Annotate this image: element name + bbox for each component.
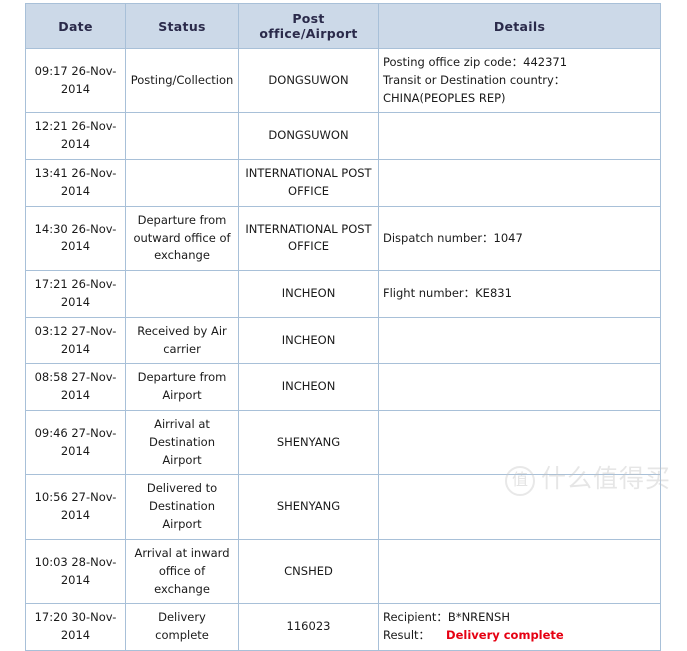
detail-line: Dispatch number：1047	[383, 230, 523, 245]
table-row: 10:56 27-Nov-2014 Delivered to Destinatio…	[25, 474, 661, 540]
table-row: 03:12 27-Nov-2014 Received by Air carrier…	[25, 316, 661, 365]
cell-date: 10:03 28-Nov-2014	[25, 538, 126, 605]
result-line: Result： Delivery complete	[383, 627, 656, 645]
detail-line: Flight number：KE831	[383, 286, 512, 301]
tracking-table: Date Status Post office/Airport Details …	[25, 3, 661, 651]
cell-status: Arrival at inward office of exchange	[125, 538, 239, 605]
cell-status: Delivered to Destination Airport	[125, 474, 239, 540]
table-row: 10:03 28-Nov-2014 Arrival at inward offic…	[25, 538, 661, 605]
result-status-badge: Delivery complete	[446, 628, 564, 643]
cell-details	[378, 316, 661, 365]
table-header: Date Status Post office/Airport Details	[25, 3, 661, 49]
cell-status: Departure from outward office of exchang…	[125, 205, 239, 272]
cell-details	[378, 409, 661, 476]
cell-date: 09:46 27-Nov-2014	[25, 409, 126, 476]
cell-details	[378, 112, 661, 161]
table-row: 08:58 27-Nov-2014 Departure from Airport I…	[25, 363, 661, 411]
table-row: 14:30 26-Nov-2014 Departure from outward …	[25, 205, 661, 272]
cell-office: INTERNATIONAL POST OFFICE	[238, 205, 379, 272]
tracking-table-container: Date Status Post office/Airport Details …	[25, 3, 661, 651]
cell-status	[125, 112, 239, 161]
cell-details	[378, 474, 661, 540]
column-header-details: Details	[378, 3, 661, 49]
cell-date: 17:20 30-Nov-2014	[25, 603, 126, 651]
detail-line: Transit or Destination country：	[383, 72, 566, 87]
table-header-row: Date Status Post office/Airport Details	[25, 3, 661, 49]
cell-office: DONGSUWON	[238, 47, 379, 114]
cell-details: Flight number：KE831	[378, 270, 661, 318]
cell-date: 03:12 27-Nov-2014	[25, 316, 126, 365]
table-row: 09:17 26-Nov-2014 Posting/Collection DONGS…	[25, 47, 661, 114]
cell-office: INTERNATIONAL POST OFFICE	[238, 159, 379, 207]
table-row: 17:20 30-Nov-2014 Delivery complete 116023…	[25, 603, 661, 651]
result-label: Result：	[383, 628, 431, 643]
cell-office: SHENYANG	[238, 474, 379, 540]
cell-details: Posting office zip code：442371 Transit or…	[378, 47, 661, 114]
cell-office: INCHEON	[238, 270, 379, 318]
column-header-date: Date	[25, 3, 126, 49]
cell-details	[378, 363, 661, 411]
table-row: 13:41 26-Nov-2014 INTERNATIONAL POST OFFI…	[25, 159, 661, 207]
cell-status: Received by Air carrier	[125, 316, 239, 365]
cell-office: SHENYANG	[238, 409, 379, 476]
cell-office: CNSHED	[238, 538, 379, 605]
table-row: 12:21 26-Nov-2014 DONGSUWON	[25, 112, 661, 161]
cell-office: INCHEON	[238, 363, 379, 411]
cell-details	[378, 538, 661, 605]
table-row: 09:46 27-Nov-2014 Airrival at Destination…	[25, 409, 661, 476]
cell-status: Delivery complete	[125, 603, 239, 651]
cell-status: Airrival at Destination Airport	[125, 409, 239, 476]
cell-date: 09:17 26-Nov-2014	[25, 47, 126, 114]
cell-details: Dispatch number：1047	[378, 205, 661, 272]
cell-office: DONGSUWON	[238, 112, 379, 161]
cell-details: Recipient：B*NRENSH Result： Delivery comple…	[378, 603, 661, 651]
detail-line: CHINA(PEOPLES REP)	[383, 90, 506, 105]
cell-date: 14:30 26-Nov-2014	[25, 205, 126, 272]
column-header-office: Post office/Airport	[238, 3, 379, 49]
cell-status	[125, 270, 239, 318]
column-header-status: Status	[125, 3, 239, 49]
detail-line: Recipient：B*NRENSH	[383, 610, 510, 625]
table-body: 09:17 26-Nov-2014 Posting/Collection DONGS…	[25, 47, 661, 651]
cell-status: Posting/Collection	[125, 47, 239, 114]
cell-details	[378, 159, 661, 207]
cell-date: 08:58 27-Nov-2014	[25, 363, 126, 411]
cell-office: 116023	[238, 603, 379, 651]
table-row: 17:21 26-Nov-2014 INCHEON Flight number：KE…	[25, 270, 661, 318]
cell-status: Departure from Airport	[125, 363, 239, 411]
cell-date: 10:56 27-Nov-2014	[25, 474, 126, 540]
cell-status	[125, 159, 239, 207]
cell-date: 17:21 26-Nov-2014	[25, 270, 126, 318]
cell-date: 13:41 26-Nov-2014	[25, 159, 126, 207]
detail-line: Posting office zip code：442371	[383, 55, 568, 69]
cell-office: INCHEON	[238, 316, 379, 365]
cell-date: 12:21 26-Nov-2014	[25, 112, 126, 161]
